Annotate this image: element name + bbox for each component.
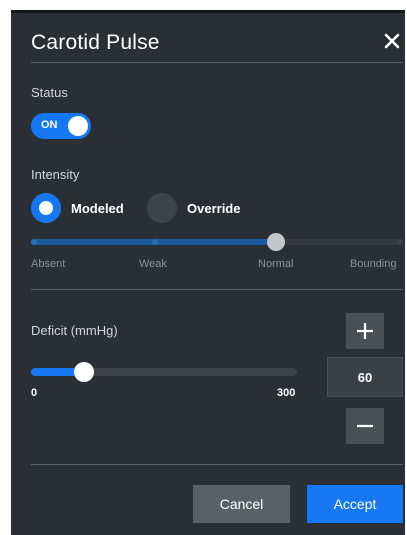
deficit-thumb[interactable] [74,362,95,382]
intensity-label: Intensity [31,167,80,182]
accept-button[interactable]: Accept [307,485,403,523]
divider [31,289,403,290]
minus-icon [357,424,373,428]
radio-label-modeled: Modeled [71,201,124,216]
close-icon [384,33,400,49]
radio-modeled[interactable] [31,193,61,223]
decrement-button[interactable] [346,408,384,444]
radio-override[interactable] [147,193,177,223]
cancel-button[interactable]: Cancel [193,485,290,523]
intensity-stop-bounding [397,239,403,245]
radio-label-override: Override [187,201,241,216]
level-weak: Weak [139,258,167,270]
plus-icon [357,323,373,339]
level-absent: Absent [31,258,66,270]
divider [31,464,403,465]
status-label: Status [31,85,68,100]
level-normal: Normal [258,258,294,270]
toggle-text: ON [41,119,58,131]
divider [31,62,403,63]
deficit-value-field[interactable]: 60 [327,357,403,397]
carotid-pulse-dialog: Carotid Pulse Status ON Intensity Modele… [11,10,405,535]
intensity-thumb[interactable] [267,233,285,251]
deficit-min-label: 0 [31,387,38,399]
close-button[interactable] [381,28,403,54]
level-bounding: Bounding [350,258,397,270]
status-toggle[interactable]: ON [31,113,91,139]
deficit-label: Deficit (mmHg) [31,323,118,338]
increment-button[interactable] [346,313,384,349]
dialog-title: Carotid Pulse [31,31,160,54]
intensity-stop-absent [31,239,37,245]
intensity-stop-weak [152,239,158,245]
deficit-max-label: 300 [277,387,296,399]
toggle-knob [68,116,88,136]
